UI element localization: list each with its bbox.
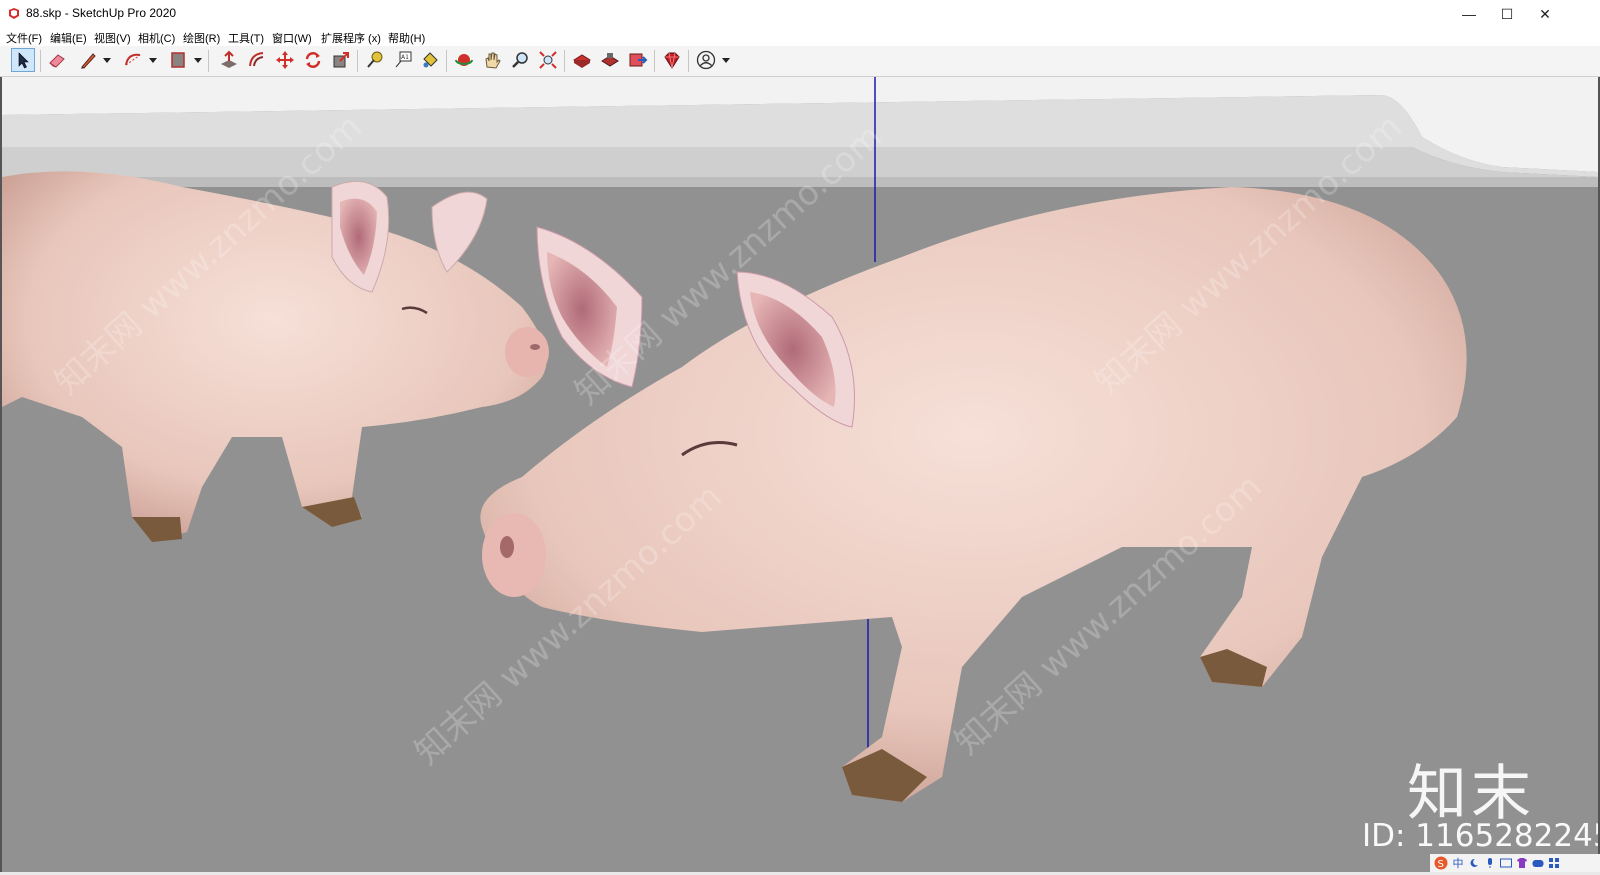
- arc-icon: [125, 53, 141, 66]
- minimize-icon: —: [1462, 6, 1476, 22]
- ruby-icon: [664, 52, 680, 69]
- maximize-button[interactable]: ☐: [1487, 0, 1527, 28]
- move-tool[interactable]: [273, 48, 297, 72]
- chevron-down-icon: [194, 57, 202, 63]
- arrow-cursor-icon: [18, 52, 29, 69]
- warehouse-icon: [573, 54, 591, 68]
- toolbar-separator: [357, 50, 358, 72]
- toolbar-separator: [564, 50, 565, 72]
- text-icon: A1: [395, 51, 412, 68]
- line-tool[interactable]: [76, 48, 100, 72]
- line-tool-dropdown[interactable]: [102, 52, 112, 68]
- model-viewport[interactable]: 知末网 www.znzmo.com 知末网 www.znzmo.com 知末网 …: [0, 77, 1600, 872]
- select-tool[interactable]: [11, 48, 35, 72]
- shirt-icon[interactable]: [1516, 856, 1528, 870]
- menu-extensions[interactable]: 扩展程序 (x): [321, 30, 381, 46]
- paint-bucket-tool[interactable]: [418, 48, 442, 72]
- svg-text:A1: A1: [401, 54, 409, 61]
- text-tool[interactable]: A1: [391, 48, 415, 72]
- offset-icon: [249, 52, 264, 67]
- push-pull-icon: [221, 50, 237, 68]
- eraser-icon: [49, 54, 65, 68]
- menu-edit[interactable]: 编辑(E): [50, 30, 87, 46]
- title-bar: 88.skp - SketchUp Pro 2020 — ☐ ✕: [0, 0, 1600, 28]
- gamepad-icon[interactable]: [1532, 856, 1544, 870]
- scale-icon: [333, 52, 349, 68]
- extension-warehouse-icon: [601, 53, 619, 67]
- sogou-s-icon[interactable]: S: [1434, 856, 1448, 870]
- rectangle-tool-dropdown[interactable]: [193, 52, 203, 68]
- layout-icon: [629, 53, 648, 67]
- zoom-tool[interactable]: [508, 48, 532, 72]
- minimize-button[interactable]: —: [1449, 0, 1489, 28]
- chevron-down-icon: [722, 57, 730, 63]
- pencil-icon: [81, 53, 96, 69]
- zoom-extents-tool[interactable]: [536, 48, 560, 72]
- send-to-layout-tool[interactable]: [626, 48, 650, 72]
- close-button[interactable]: ✕: [1525, 0, 1565, 28]
- menu-help[interactable]: 帮助(H): [388, 30, 425, 46]
- toolbar: A1: [0, 46, 1600, 77]
- user-circle-icon: [696, 50, 716, 70]
- orbit-tool[interactable]: [452, 48, 476, 72]
- id-watermark: ID: 1165282245: [1362, 818, 1600, 854]
- arc-tool[interactable]: [121, 48, 145, 72]
- zoom-extents-icon: [539, 51, 557, 69]
- magnifier-icon: [512, 52, 528, 68]
- pan-tool[interactable]: [480, 48, 504, 72]
- toolbar-separator: [208, 50, 209, 72]
- ime-tray: S 中: [1430, 854, 1600, 872]
- menu-view[interactable]: 视图(V): [94, 30, 131, 46]
- move-icon: [276, 51, 294, 69]
- menu-bar: 文件(F) 编辑(E) 视图(V) 相机(C) 绘图(R) 工具(T) 窗口(W…: [0, 28, 1600, 46]
- offset-tool[interactable]: [245, 48, 269, 72]
- moon-icon[interactable]: [1468, 856, 1480, 870]
- window-title: 88.skp - SketchUp Pro 2020: [26, 6, 177, 20]
- arc-tool-dropdown[interactable]: [148, 52, 158, 68]
- rectangle-tool[interactable]: [166, 48, 190, 72]
- push-pull-tool[interactable]: [217, 48, 241, 72]
- menu-draw[interactable]: 绘图(R): [183, 30, 220, 46]
- toolbar-separator: [40, 50, 41, 72]
- chevron-down-icon: [149, 57, 157, 63]
- hand-icon: [485, 52, 501, 69]
- svg-text:S: S: [1438, 859, 1444, 870]
- eraser-tool[interactable]: [45, 48, 69, 72]
- account-dropdown[interactable]: [721, 52, 731, 68]
- keyboard-icon[interactable]: [1500, 856, 1512, 870]
- menu-window[interactable]: 窗口(W): [272, 30, 312, 46]
- menu-tools[interactable]: 工具(T): [228, 30, 264, 46]
- rectangle-icon: [171, 52, 185, 68]
- toolbar-separator: [654, 50, 655, 72]
- 3d-warehouse-tool[interactable]: [570, 48, 594, 72]
- orbit-icon: [455, 54, 473, 66]
- ruby-console-tool[interactable]: [660, 48, 684, 72]
- sketchup-logo-icon: [9, 8, 19, 19]
- toolbar-separator: [688, 50, 689, 72]
- scale-tool[interactable]: [329, 48, 353, 72]
- menu-camera[interactable]: 相机(C): [138, 30, 175, 46]
- tape-measure-icon: [367, 51, 383, 68]
- account-tool[interactable]: [694, 48, 718, 72]
- menu-file[interactable]: 文件(F): [6, 30, 42, 46]
- zhong-icon[interactable]: 中: [1452, 856, 1464, 870]
- tape-measure-tool[interactable]: [363, 48, 387, 72]
- close-icon: ✕: [1539, 5, 1551, 22]
- grid-icon[interactable]: [1548, 856, 1560, 870]
- extension-warehouse-tool[interactable]: [598, 48, 622, 72]
- mic-icon[interactable]: [1484, 856, 1496, 870]
- chevron-down-icon: [103, 57, 111, 63]
- rotate-tool[interactable]: [301, 48, 325, 72]
- toolbar-separator: [446, 50, 447, 72]
- paint-bucket-icon: [423, 52, 438, 68]
- maximize-icon: ☐: [1500, 5, 1514, 22]
- rotate-icon: [305, 52, 321, 68]
